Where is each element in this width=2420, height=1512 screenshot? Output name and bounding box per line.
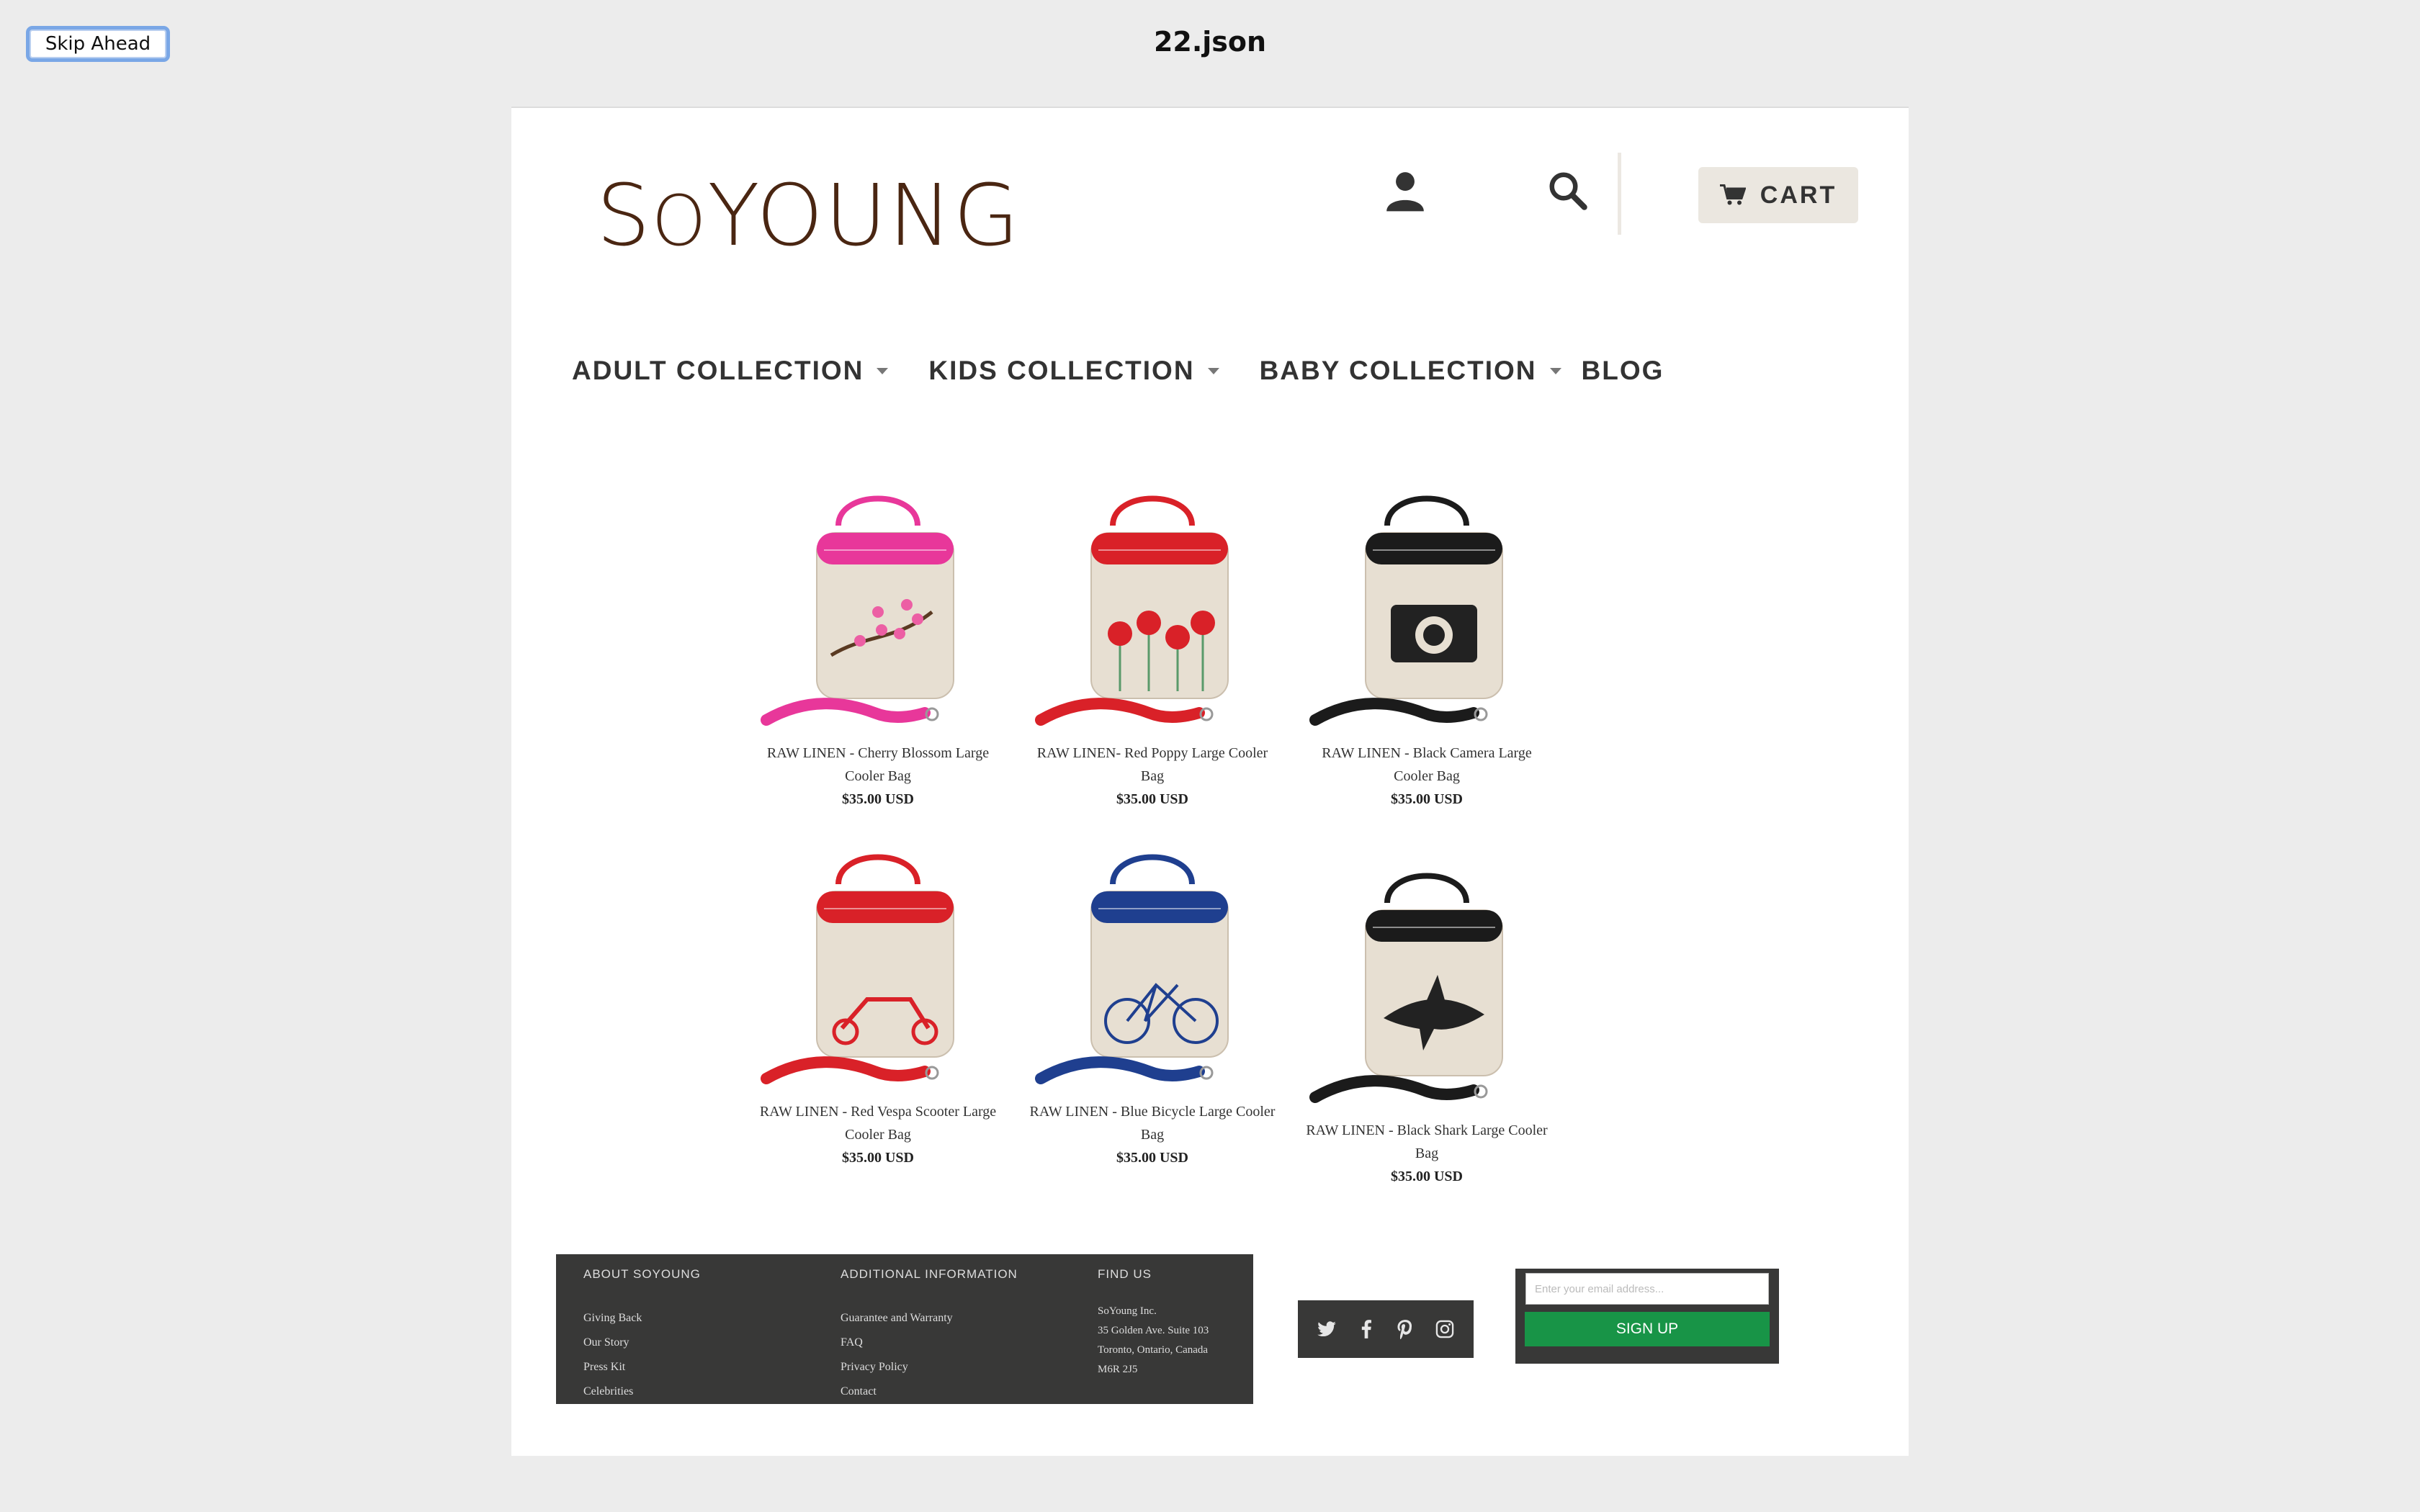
cart-button[interactable]: CART bbox=[1698, 167, 1858, 223]
product-card[interactable]: RAW LINEN - Red Vespa Scooter Large Cool… bbox=[752, 834, 1004, 1169]
header-divider bbox=[1618, 153, 1621, 235]
footer-about: ABOUT SOYOUNG Giving Back Our Story Pres… bbox=[583, 1267, 701, 1404]
footer-link[interactable]: Press Kit bbox=[583, 1355, 701, 1380]
frame-title: 22.json bbox=[1153, 26, 1267, 58]
footer-link[interactable]: Guarantee and Warranty bbox=[841, 1306, 1018, 1331]
nav-label: ADULT COLLECTION bbox=[572, 356, 864, 385]
product-name[interactable]: RAW LINEN - Red Vespa Scooter Large Cool… bbox=[752, 1100, 1004, 1146]
product-image[interactable] bbox=[1301, 475, 1553, 742]
newsletter-signup: SIGN UP bbox=[1515, 1269, 1779, 1364]
nav-label: KIDS COLLECTION bbox=[928, 356, 1195, 385]
product-name[interactable]: RAW LINEN - Cherry Blossom Large Cooler … bbox=[752, 742, 1004, 788]
footer-heading: ABOUT SOYOUNG bbox=[583, 1267, 701, 1281]
nav-kids-collection[interactable]: KIDS COLLECTION bbox=[928, 356, 1259, 386]
product-price: $35.00 USD bbox=[841, 791, 914, 807]
product-name[interactable]: RAW LINEN - Blue Bicycle Large Cooler Ba… bbox=[1026, 1100, 1278, 1146]
footer-link[interactable]: Celebrities bbox=[583, 1380, 701, 1404]
footer: ABOUT SOYOUNG Giving Back Our Story Pres… bbox=[556, 1254, 1253, 1404]
footer-heading: FIND US bbox=[1098, 1267, 1152, 1281]
email-field[interactable] bbox=[1525, 1273, 1769, 1305]
nav-adult-collection[interactable]: ADULT COLLECTION bbox=[572, 356, 928, 386]
product-image[interactable] bbox=[1301, 852, 1553, 1119]
address-line: Toronto, Ontario, Canada bbox=[1098, 1344, 1209, 1356]
footer-link[interactable]: FAQ bbox=[841, 1331, 1018, 1355]
product-price: $35.00 USD bbox=[1390, 791, 1463, 807]
address-line: SoYoung Inc. bbox=[1098, 1305, 1157, 1317]
address-line: 35 Golden Ave. Suite 103 bbox=[1098, 1325, 1209, 1336]
instagram-icon[interactable] bbox=[1435, 1319, 1455, 1339]
footer-link[interactable]: Contact bbox=[841, 1380, 1018, 1404]
caret-down-icon bbox=[1207, 367, 1219, 374]
product-price: $35.00 USD bbox=[1116, 791, 1188, 807]
caret-down-icon bbox=[877, 367, 889, 374]
product-card[interactable]: RAW LINEN - Blue Bicycle Large Cooler Ba… bbox=[1026, 834, 1278, 1169]
footer-heading: ADDITIONAL INFORMATION bbox=[841, 1267, 1018, 1281]
nav-label: BLOG bbox=[1581, 356, 1664, 385]
product-card[interactable]: RAW LINEN - Black Shark Large Cooler Bag… bbox=[1301, 852, 1553, 1188]
search-icon[interactable] bbox=[1546, 168, 1589, 212]
account-icon[interactable] bbox=[1383, 168, 1428, 213]
store-page: SOYOUNG CART ADULT COLLECTION KIDS COLLE… bbox=[511, 107, 1909, 1456]
product-price: $35.00 USD bbox=[841, 1150, 914, 1166]
footer-link[interactable]: Our Story bbox=[583, 1331, 701, 1355]
cart-icon bbox=[1719, 184, 1746, 205]
address-line: M6R 2J5 bbox=[1098, 1364, 1138, 1375]
social-links bbox=[1298, 1300, 1474, 1358]
main-nav: ADULT COLLECTION KIDS COLLECTION BABY CO… bbox=[572, 356, 1664, 386]
product-card[interactable]: RAW LINEN - Black Camera Large Cooler Ba… bbox=[1301, 475, 1553, 811]
footer-find-us: FIND US SoYoung Inc. 35 Golden Ave. Suit… bbox=[1098, 1267, 1209, 1380]
footer-additional: ADDITIONAL INFORMATION Guarantee and War… bbox=[841, 1267, 1018, 1404]
soyoung-logo[interactable]: SOYOUNG bbox=[596, 166, 1021, 265]
product-image[interactable] bbox=[752, 834, 1004, 1100]
product-name[interactable]: RAW LINEN - Black Shark Large Cooler Bag bbox=[1301, 1119, 1553, 1165]
pinterest-icon[interactable] bbox=[1395, 1319, 1415, 1339]
product-image[interactable] bbox=[1026, 475, 1278, 742]
product-price: $35.00 USD bbox=[1390, 1169, 1463, 1184]
nav-blog[interactable]: BLOG bbox=[1582, 356, 1664, 386]
product-image[interactable] bbox=[752, 475, 1004, 742]
twitter-icon[interactable] bbox=[1317, 1319, 1337, 1339]
camera-motif bbox=[1391, 605, 1477, 662]
footer-link[interactable]: Giving Back bbox=[583, 1306, 701, 1331]
product-card[interactable]: RAW LINEN- Red Poppy Large Cooler Bag $3… bbox=[1026, 475, 1278, 811]
product-card[interactable]: RAW LINEN - Cherry Blossom Large Cooler … bbox=[752, 475, 1004, 811]
nav-baby-collection[interactable]: BABY COLLECTION bbox=[1260, 356, 1582, 386]
product-name[interactable]: RAW LINEN - Black Camera Large Cooler Ba… bbox=[1301, 742, 1553, 788]
product-image[interactable] bbox=[1026, 834, 1278, 1100]
cart-label: CART bbox=[1760, 181, 1837, 209]
product-price: $35.00 USD bbox=[1116, 1150, 1188, 1166]
facebook-icon[interactable] bbox=[1356, 1319, 1376, 1339]
sign-up-button[interactable]: SIGN UP bbox=[1525, 1312, 1770, 1346]
footer-link[interactable]: Privacy Policy bbox=[841, 1355, 1018, 1380]
caret-down-icon bbox=[1549, 367, 1561, 374]
product-name[interactable]: RAW LINEN- Red Poppy Large Cooler Bag bbox=[1026, 742, 1278, 788]
nav-label: BABY COLLECTION bbox=[1259, 356, 1537, 385]
